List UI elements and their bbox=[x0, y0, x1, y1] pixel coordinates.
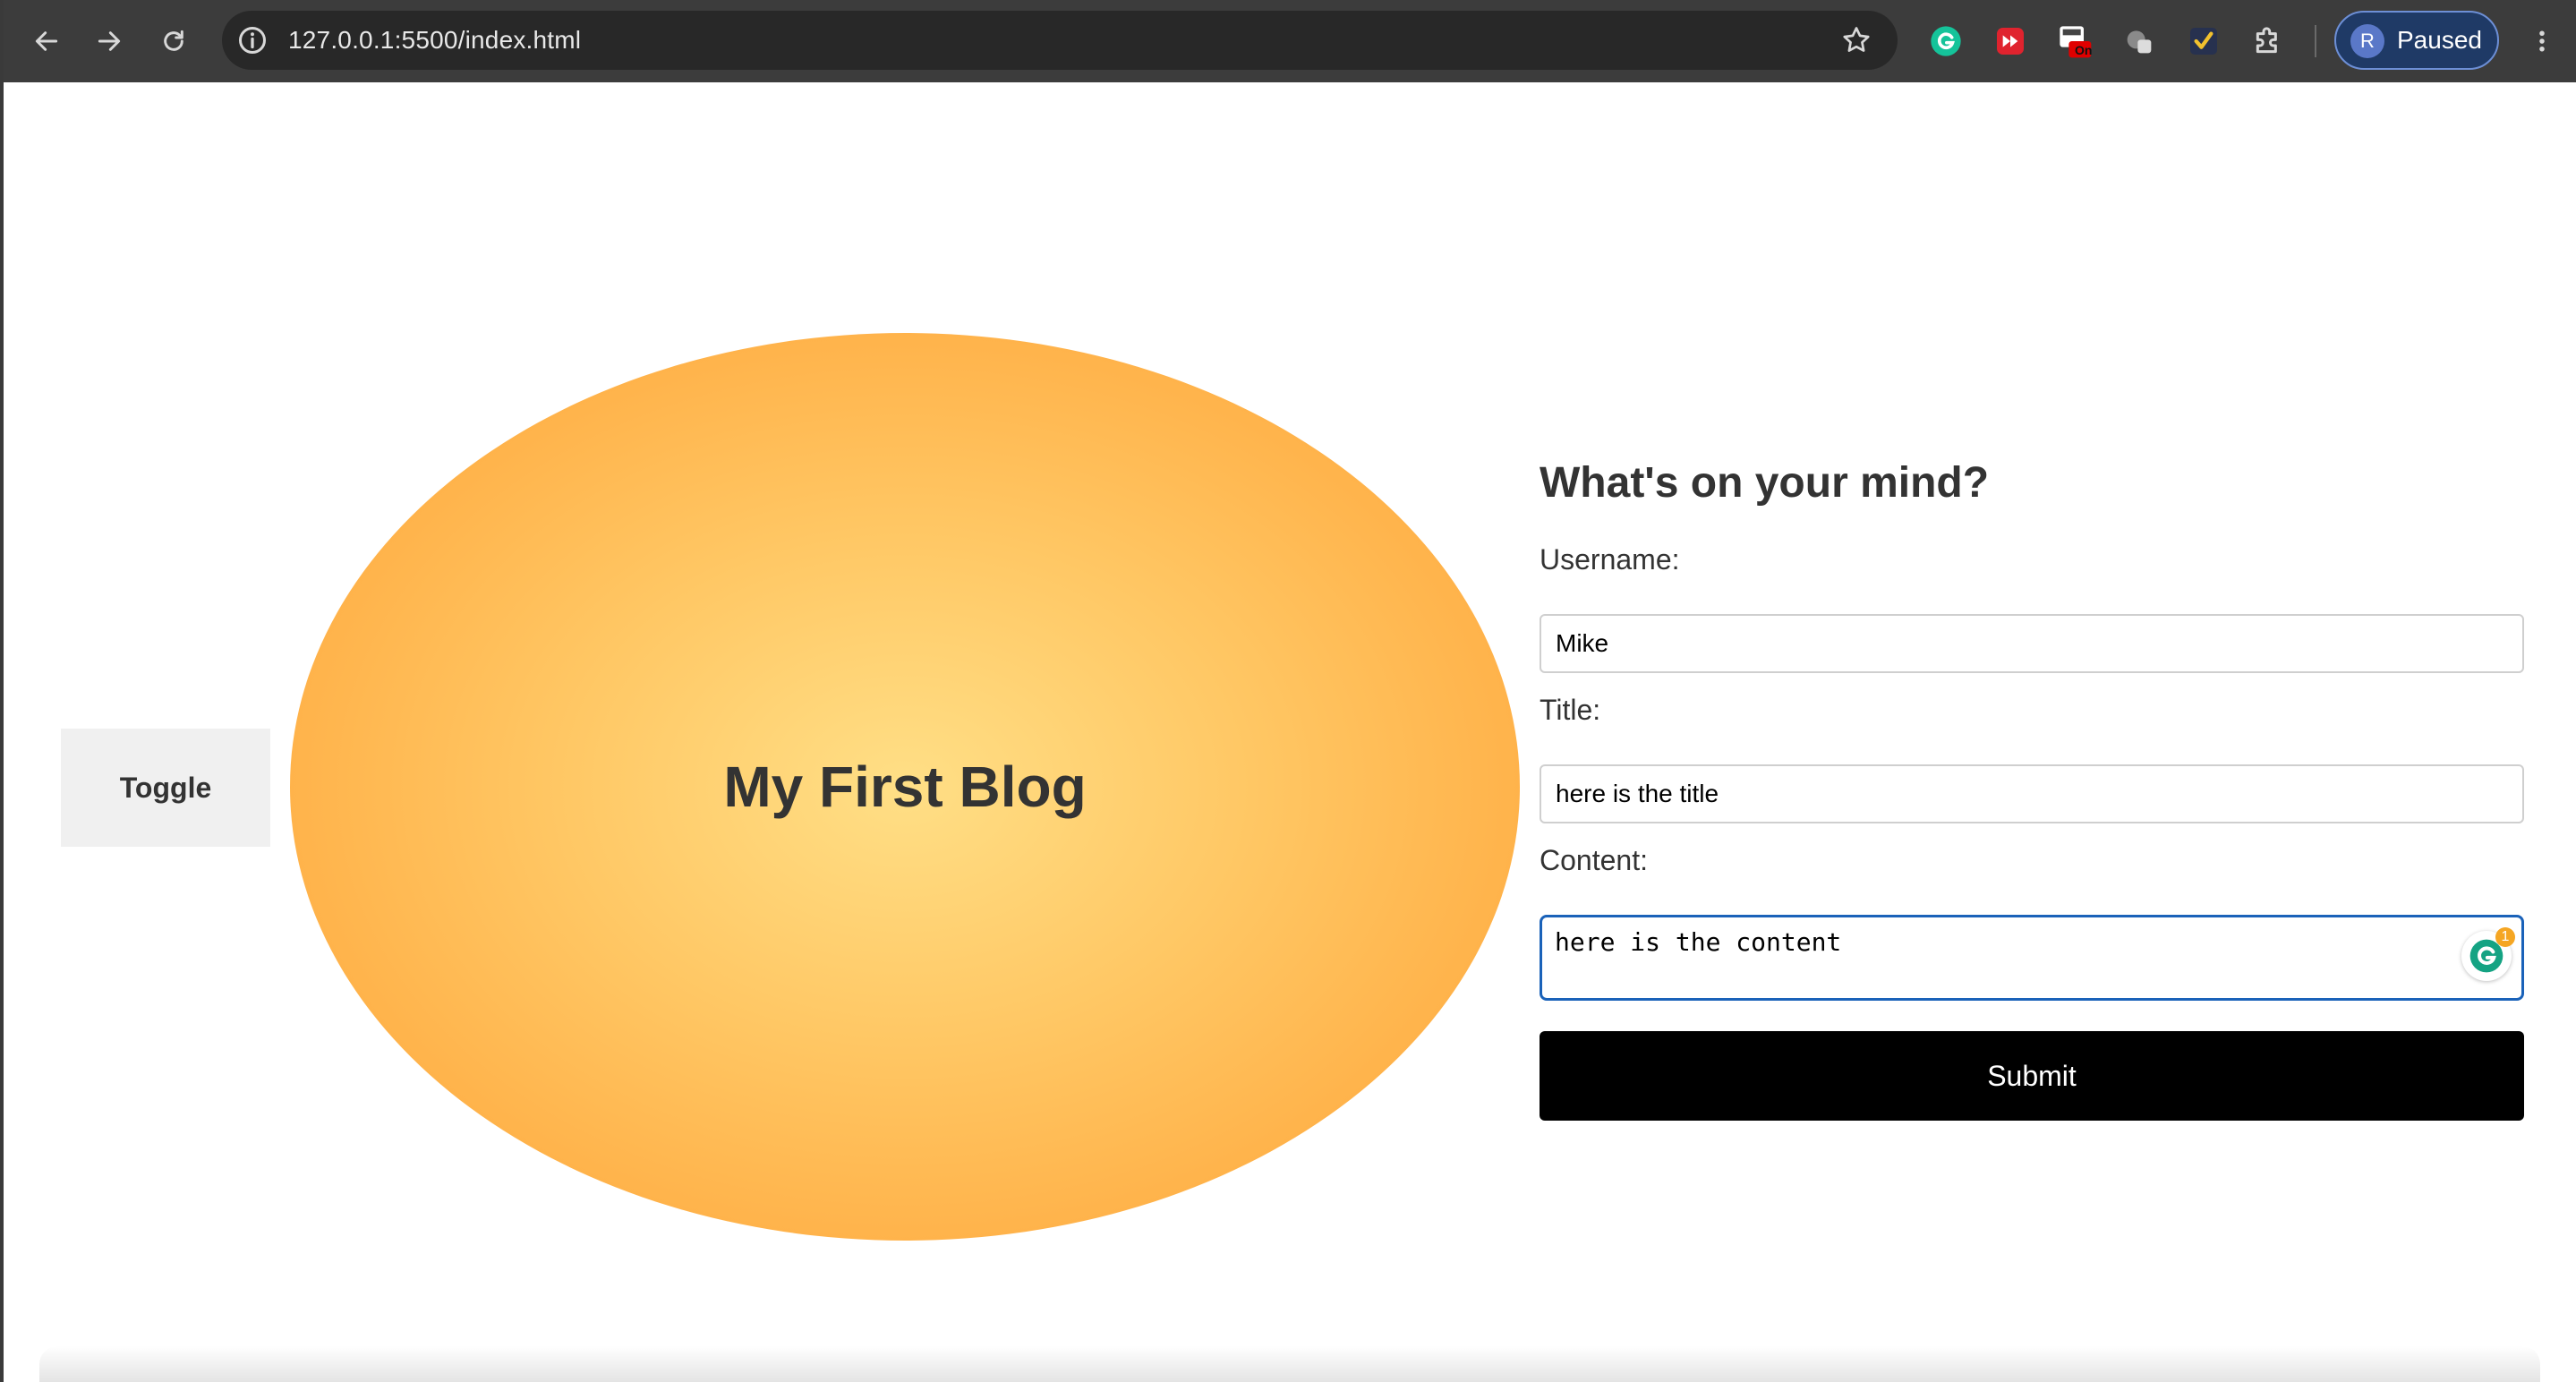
grammarly-extension-button[interactable] bbox=[1926, 21, 1966, 61]
incognito-extension-icon bbox=[2127, 30, 2152, 54]
forward-arrow-icon bbox=[98, 31, 121, 51]
reload-button[interactable] bbox=[152, 20, 195, 63]
checkmark-extension-icon bbox=[2190, 28, 2217, 55]
content-textarea[interactable]: here is the content bbox=[1540, 915, 2524, 1001]
grammarly-suggestion-count: 1 bbox=[2495, 927, 2515, 947]
checkmark-extension-button[interactable] bbox=[2184, 21, 2223, 61]
username-label: Username: bbox=[1540, 543, 1680, 576]
media-extension-button[interactable] bbox=[1991, 21, 2030, 61]
url-text[interactable]: 127.0.0.1:5500/index.html bbox=[288, 25, 581, 55]
extensions-button[interactable] bbox=[2248, 21, 2288, 61]
page-viewport: Toggle My First Blog What's on your mind… bbox=[4, 82, 2576, 1382]
star-icon[interactable] bbox=[1840, 24, 1872, 56]
toolbar-separator bbox=[2315, 25, 2316, 57]
username-input[interactable] bbox=[1540, 614, 2524, 673]
extension-badge-text: On bbox=[2075, 43, 2093, 57]
browser-menu-button[interactable] bbox=[2524, 20, 2560, 63]
blog-title: My First Blog bbox=[723, 755, 1087, 819]
title-label: Title: bbox=[1540, 694, 1601, 726]
address-bar[interactable]: 127.0.0.1:5500/index.html bbox=[222, 11, 1898, 70]
submit-button[interactable]: Submit bbox=[1540, 1031, 2524, 1121]
profile-button[interactable]: R Paused bbox=[2334, 11, 2499, 70]
reload-icon bbox=[164, 30, 183, 51]
media-extension-icon bbox=[1997, 28, 2024, 55]
profile-status: Paused bbox=[2397, 26, 2482, 54]
puzzle-icon bbox=[2256, 27, 2277, 54]
back-button[interactable] bbox=[25, 20, 68, 63]
back-arrow-icon bbox=[35, 31, 58, 51]
on-badge-extension-button[interactable]: On bbox=[2055, 21, 2094, 61]
bottom-shadow bbox=[39, 1346, 2540, 1382]
toggle-button[interactable]: Toggle bbox=[61, 729, 270, 847]
incognito-extension-button[interactable] bbox=[2120, 21, 2159, 61]
blog-header-ellipse: My First Blog bbox=[290, 333, 1520, 1241]
kebab-menu-icon bbox=[2539, 30, 2545, 52]
form-heading: What's on your mind? bbox=[1540, 459, 1990, 507]
avatar: R bbox=[2350, 24, 2384, 58]
content-label: Content: bbox=[1540, 844, 1648, 876]
title-input[interactable] bbox=[1540, 764, 2524, 823]
browser-window: 127.0.0.1:5500/index.html On R Paused To… bbox=[0, 0, 2576, 1382]
grammarly-extension-icon bbox=[1931, 26, 1961, 56]
browser-toolbar: 127.0.0.1:5500/index.html On R Paused bbox=[4, 0, 2576, 82]
info-icon[interactable] bbox=[236, 24, 269, 56]
grammarly-button[interactable]: 1 bbox=[2461, 927, 2515, 981]
forward-button[interactable] bbox=[88, 20, 131, 63]
